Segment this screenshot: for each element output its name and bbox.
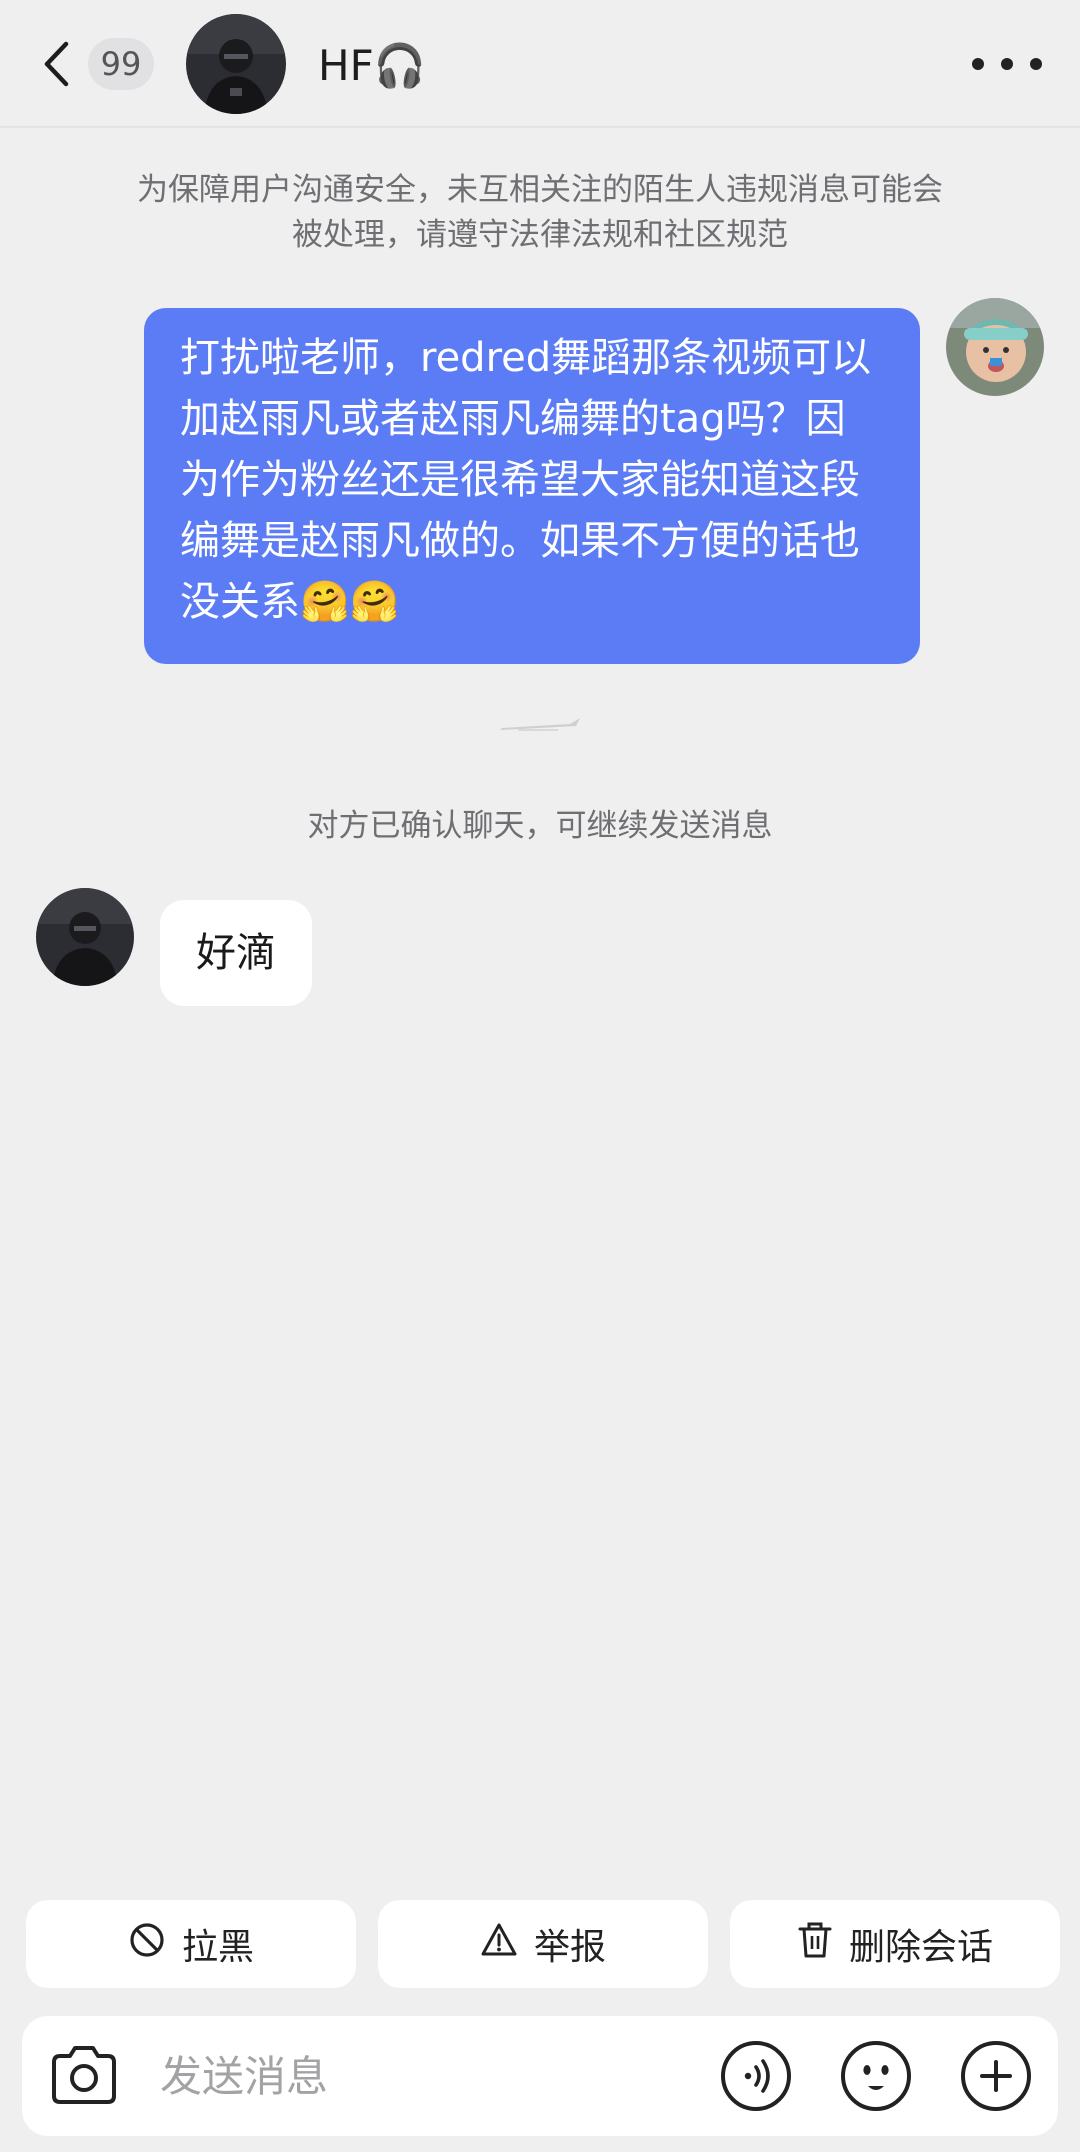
more-dot-icon <box>1030 58 1042 70</box>
camera-icon <box>46 2046 122 2118</box>
block-label: 拉黑 <box>181 1927 254 1968</box>
contact-name: HF🎧 <box>318 41 427 90</box>
plus-icon <box>958 2041 1034 2118</box>
chevron-left-icon <box>42 34 82 94</box>
delete-conversation-button[interactable]: 删除会话 <box>730 1900 1060 1988</box>
report-button[interactable]: 举报 <box>378 1900 708 1988</box>
block-button[interactable]: 拉黑 <box>26 1900 356 1988</box>
self-avatar[interactable] <box>946 298 1044 396</box>
more-dot-icon <box>1001 58 1013 70</box>
chat-screen: 99 HF🎧 为保障用户沟通安全，未互相关注的陌生人违规消息可能会被处理，请遵守… <box>0 0 1080 2152</box>
peer-avatar[interactable] <box>36 888 134 986</box>
voice-input-button[interactable] <box>718 2038 794 2114</box>
chat-header: 99 HF🎧 <box>0 0 1080 128</box>
more-options-button[interactable] <box>972 44 1042 84</box>
incoming-message-bubble[interactable]: 好滴 <box>160 900 312 1006</box>
emoji-button[interactable] <box>838 2038 914 2114</box>
report-label: 举报 <box>533 1927 606 1968</box>
unread-count-badge: 99 <box>88 38 154 90</box>
trash-icon <box>797 1921 833 1968</box>
back-button[interactable]: 99 <box>42 34 162 94</box>
outgoing-message-bubble[interactable]: 打扰啦老师，redred舞蹈那条视频可以加赵雨凡或者赵雨凡编舞的tag吗？因为作… <box>144 308 920 664</box>
more-input-button[interactable] <box>958 2038 1034 2114</box>
read-status-icon <box>498 716 582 734</box>
delete-conversation-label: 删除会话 <box>848 1927 993 1968</box>
message-input-bar <box>22 2016 1058 2136</box>
camera-button[interactable] <box>46 2038 122 2114</box>
more-dot-icon <box>972 58 984 70</box>
chat-confirmed-notice: 对方已确认聊天，可继续发送消息 <box>307 808 773 844</box>
conversation-actions: 拉黑 举报 删除会话 <box>26 1900 1060 1988</box>
warning-icon <box>480 1921 518 1968</box>
voice-icon <box>718 2041 794 2118</box>
safety-notice: 为保障用户沟通安全，未互相关注的陌生人违规消息可能会被处理，请遵守法律法规和社区… <box>137 172 943 253</box>
emoji-icon <box>838 2041 914 2118</box>
message-input[interactable] <box>160 2042 700 2110</box>
contact-avatar[interactable] <box>186 14 286 114</box>
block-icon <box>128 1921 166 1968</box>
